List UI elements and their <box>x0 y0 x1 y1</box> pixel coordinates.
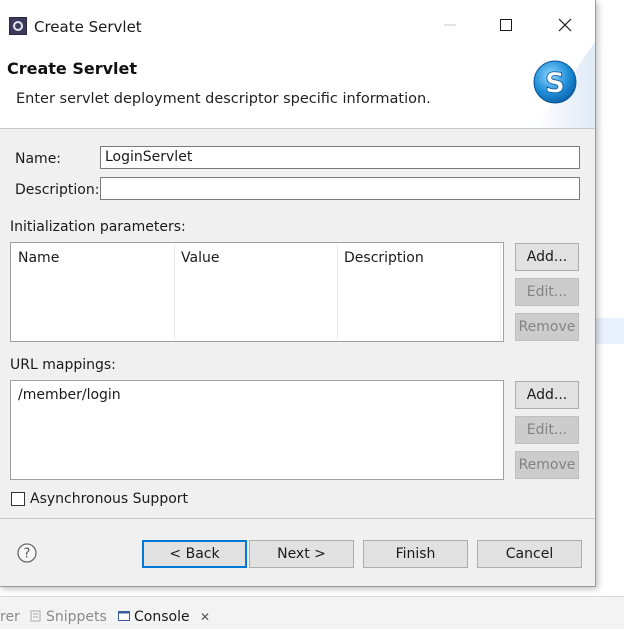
init-params-label: Initialization parameters: <box>10 219 186 235</box>
cancel-button[interactable]: Cancel <box>477 540 582 568</box>
tab-explorer[interactable]: rer <box>0 609 20 625</box>
back-button[interactable]: < Back <box>142 540 247 568</box>
minimize-button[interactable] <box>428 8 472 42</box>
title-bar: Create Servlet <box>0 0 595 42</box>
minimize-icon <box>444 24 456 26</box>
page-description: Enter servlet deployment descriptor spec… <box>16 91 431 107</box>
column-header-name[interactable]: Name <box>18 250 59 266</box>
tab-console-label: Console <box>134 609 190 625</box>
description-label: Description: <box>15 182 100 198</box>
background-view-tabs: rer Snippets Console ✕ <box>0 596 624 629</box>
url-mappings-add-button[interactable]: Add... <box>515 381 579 409</box>
name-input[interactable]: LoginServlet <box>100 146 580 169</box>
close-icon <box>558 18 572 32</box>
snippets-icon <box>30 610 41 622</box>
column-header-description[interactable]: Description <box>344 250 424 266</box>
tab-snippets-label: Snippets <box>46 609 107 625</box>
init-params-table[interactable]: Name Value Description <box>10 242 504 342</box>
window-title: Create Servlet <box>34 18 142 36</box>
background-pane <box>596 0 624 600</box>
background-selection <box>596 318 624 344</box>
column-divider[interactable] <box>500 244 501 340</box>
column-header-value[interactable]: Value <box>181 250 219 266</box>
next-button[interactable]: Next > <box>249 540 354 568</box>
page-title: Create Servlet <box>7 59 138 78</box>
init-params-edit-button[interactable]: Edit... <box>515 278 579 306</box>
tab-snippets[interactable]: Snippets <box>30 609 107 625</box>
finish-button[interactable]: Finish <box>363 540 468 568</box>
eclipse-icon <box>9 17 27 35</box>
svg-text:S: S <box>545 66 565 99</box>
init-params-add-button[interactable]: Add... <box>515 243 579 271</box>
init-params-remove-button[interactable]: Remove <box>515 313 579 341</box>
column-divider[interactable] <box>337 244 338 340</box>
url-mappings-list[interactable]: /member/login <box>10 380 504 480</box>
url-mappings-label: URL mappings: <box>10 357 116 373</box>
close-tab-icon[interactable]: ✕ <box>200 610 210 624</box>
create-servlet-dialog: Create Servlet Create Servlet Enter serv… <box>0 0 596 587</box>
name-label: Name: <box>15 151 62 167</box>
svg-text:?: ? <box>24 547 31 562</box>
help-icon[interactable]: ? <box>17 543 37 563</box>
maximize-icon <box>500 19 512 31</box>
tab-console[interactable]: Console ✕ <box>118 609 210 625</box>
wizard-header: Create Servlet Enter servlet deployment … <box>0 42 595 129</box>
url-mappings-remove-button[interactable]: Remove <box>515 451 579 479</box>
url-mappings-edit-button[interactable]: Edit... <box>515 416 579 444</box>
maximize-button[interactable] <box>484 8 528 42</box>
list-item[interactable]: /member/login <box>18 387 121 403</box>
description-input[interactable] <box>100 177 580 200</box>
column-divider[interactable] <box>174 244 175 340</box>
close-button[interactable] <box>543 8 587 42</box>
console-icon <box>118 611 130 621</box>
async-support-label[interactable]: Asynchronous Support <box>30 491 188 507</box>
footer-divider <box>0 518 595 519</box>
async-support-checkbox[interactable] <box>11 492 25 506</box>
servlet-s-icon: S <box>533 42 595 128</box>
